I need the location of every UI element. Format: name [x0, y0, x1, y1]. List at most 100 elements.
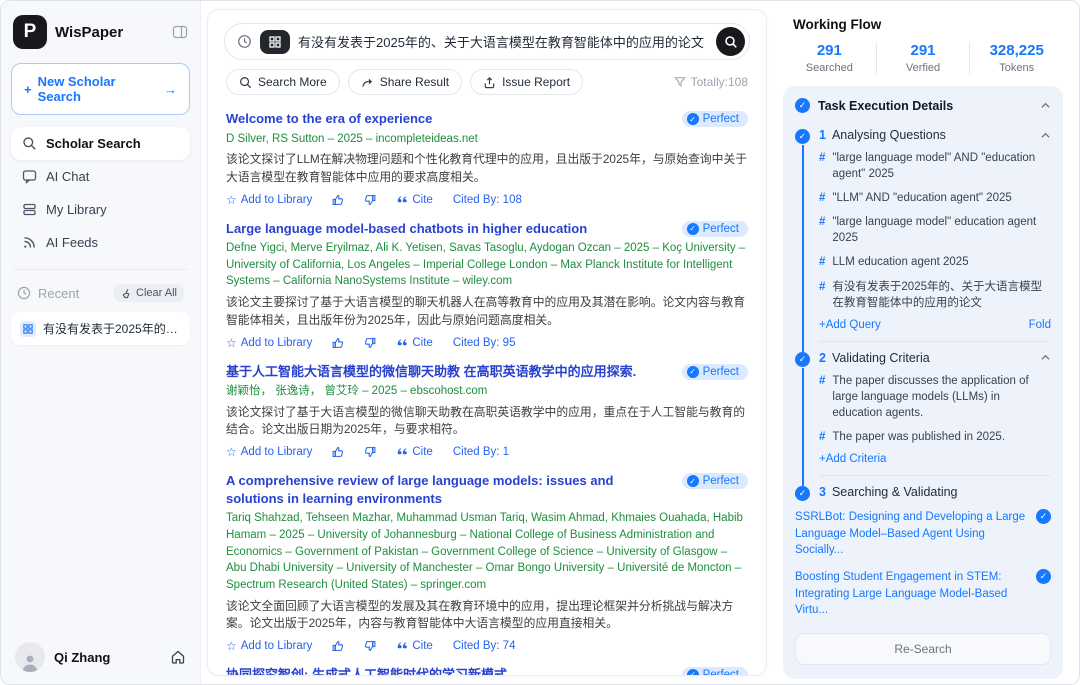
- query-item: #"LLM" AND "education agent" 2025: [819, 190, 1051, 206]
- paper-title[interactable]: Large language model-based chatbots in h…: [226, 220, 672, 238]
- recent-header: Recent Clear All: [11, 280, 190, 312]
- issue-report-button[interactable]: Issue Report: [470, 69, 583, 95]
- validated-paper-link[interactable]: SSRLBot: Designing and Developing a Larg…: [795, 509, 1028, 559]
- thumbs-up-button[interactable]: [332, 194, 344, 206]
- paper-title[interactable]: Welcome to the era of experience: [226, 110, 672, 128]
- add-to-library-button[interactable]: ☆Add to Library: [226, 193, 312, 207]
- recent-query-item[interactable]: 有没有发表于2025年的、关于大语言: [11, 312, 190, 345]
- paper-actions: ☆Add to Library Cite Cited By: 74: [226, 639, 748, 653]
- cite-button[interactable]: Cite: [396, 194, 432, 206]
- sidebar: P WisPaper + New Scholar Search → Schola…: [1, 1, 201, 684]
- search-button[interactable]: [716, 27, 745, 56]
- home-icon[interactable]: [170, 649, 186, 665]
- chevron-up-icon[interactable]: [1040, 100, 1051, 111]
- search-more-button[interactable]: Search More: [226, 69, 340, 95]
- hash-icon: #: [819, 279, 825, 311]
- report-icon: [483, 76, 496, 89]
- hash-icon: #: [819, 214, 825, 246]
- sidebar-item-scholar-search[interactable]: Scholar Search: [11, 127, 190, 160]
- search-icon: [239, 76, 252, 89]
- avatar: [15, 642, 45, 672]
- cited-by[interactable]: Cited By: 95: [453, 337, 516, 349]
- cite-button[interactable]: Cite: [396, 640, 432, 652]
- cited-by[interactable]: Cited By: 1: [453, 446, 509, 458]
- paper-title[interactable]: A comprehensive review of large language…: [226, 472, 672, 507]
- step-validating-criteria: ✓ 2 Validating Criteria #The paper discu…: [795, 351, 1051, 476]
- sidebar-item-label: Scholar Search: [46, 136, 141, 151]
- step-header[interactable]: 2 Validating Criteria: [819, 351, 1051, 365]
- query-item: #"large language model" education agent …: [819, 214, 1051, 246]
- filter-total[interactable]: Totally:108: [674, 75, 748, 89]
- share-result-button[interactable]: Share Result: [348, 69, 462, 95]
- clear-all-label: Clear All: [136, 287, 177, 299]
- collapse-sidebar-icon[interactable]: [172, 24, 188, 40]
- sidebar-header: P WisPaper: [11, 13, 190, 63]
- clear-all-button[interactable]: Clear All: [114, 284, 184, 302]
- paper-abstract: 该论文主要探讨了基于大语言模型的聊天机器人在高等教育中的应用及其潜在影响。论文内…: [226, 294, 748, 329]
- thumbs-up-button[interactable]: [332, 640, 344, 652]
- check-icon: ✓: [795, 98, 810, 113]
- thumbs-up-button[interactable]: [332, 337, 344, 349]
- sidebar-item-ai-feeds[interactable]: AI Feeds: [11, 226, 190, 259]
- cite-button[interactable]: Cite: [396, 337, 432, 349]
- search-query[interactable]: 有没有发表于2025年的、关于大语言模型在教育智能体中的应用的论文: [298, 32, 708, 51]
- hash-icon: #: [819, 429, 825, 445]
- thumbs-down-button[interactable]: [364, 446, 376, 458]
- cited-by[interactable]: Cited By: 108: [453, 194, 522, 206]
- history-icon[interactable]: [237, 34, 252, 49]
- paper-title[interactable]: 协同探究智创: 生成式人工智能时代的学习新模式: [226, 666, 672, 675]
- workflow-title: Working Flow: [783, 13, 1063, 42]
- re-search-button[interactable]: Re-Search: [795, 633, 1051, 665]
- status-badge: ✓Perfect: [682, 473, 748, 489]
- sidebar-item-label: AI Feeds: [46, 235, 98, 250]
- result-entry: Large language model-based chatbots in h…: [224, 213, 750, 356]
- thumbs-up-button[interactable]: [332, 446, 344, 458]
- search-bar[interactable]: 有没有发表于2025年的、关于大语言模型在教育智能体中的应用的论文: [224, 23, 750, 60]
- paper-authors: Tariq Shahzad, Tehseen Mazhar, Muhammad …: [226, 510, 748, 593]
- result-entry: 基于人工智能大语言模型的微信聊天助教 在高职英语教学中的应用探索. ✓Perfe…: [224, 356, 750, 466]
- step-analysing-questions: ✓ 1 Analysing Questions #"large language…: [795, 128, 1051, 342]
- paper-actions: ☆Add to Library Cite Cited By: 108: [226, 193, 748, 207]
- workflow-panel: Working Flow 291 Searched 291 Verfied 32…: [779, 1, 1079, 684]
- add-to-library-button[interactable]: ☆Add to Library: [226, 336, 312, 350]
- thumbs-down-button[interactable]: [364, 194, 376, 206]
- fold-button[interactable]: Fold: [1029, 319, 1051, 331]
- paper-abstract: 该论文探讨了基于大语言模型的微信聊天助教在高职英语教学中的应用，重点在于人工智能…: [226, 404, 748, 439]
- thumbs-down-button[interactable]: [364, 337, 376, 349]
- check-icon: ✓: [1036, 509, 1051, 524]
- chevron-up-icon[interactable]: [1040, 352, 1051, 363]
- rss-icon: [22, 235, 37, 250]
- cite-button[interactable]: Cite: [396, 446, 432, 458]
- search-mode-badge[interactable]: [260, 30, 290, 54]
- step-header[interactable]: 3 Searching & Validating: [819, 485, 1051, 499]
- workflow-stats: 291 Searched 291 Verfied 328,225 Tokens: [783, 42, 1063, 86]
- sidebar-item-my-library[interactable]: My Library: [11, 193, 190, 226]
- chevron-up-icon[interactable]: [1040, 130, 1051, 141]
- results-card: 有没有发表于2025年的、关于大语言模型在教育智能体中的应用的论文 Search…: [207, 9, 767, 676]
- add-query-button[interactable]: +Add Query: [819, 319, 1029, 331]
- validated-paper-link[interactable]: Boosting Student Engagement in STEM: Int…: [795, 569, 1028, 619]
- step-header[interactable]: 1 Analysing Questions: [819, 128, 1051, 142]
- thumbs-down-button[interactable]: [364, 640, 376, 652]
- task-execution-card: ✓ Task Execution Details ✓ 1 Analysing Q…: [783, 86, 1063, 679]
- issue-report-label: Issue Report: [502, 75, 570, 89]
- add-to-library-button[interactable]: ☆Add to Library: [226, 445, 312, 459]
- sidebar-item-ai-chat[interactable]: AI Chat: [11, 160, 190, 193]
- check-icon: ✓: [687, 475, 699, 487]
- cited-by[interactable]: Cited By: 74: [453, 640, 516, 652]
- result-entry: Welcome to the era of experience ✓Perfec…: [224, 103, 750, 213]
- add-criteria-button[interactable]: +Add Criteria: [819, 453, 1051, 465]
- new-scholar-search-button[interactable]: + New Scholar Search →: [11, 63, 190, 115]
- add-to-library-button[interactable]: ☆Add to Library: [226, 639, 312, 653]
- search-more-label: Search More: [258, 75, 327, 89]
- task-details-header[interactable]: ✓ Task Execution Details: [795, 98, 1051, 119]
- library-icon: [22, 202, 37, 217]
- hash-icon: #: [819, 373, 825, 421]
- stat-tokens: 328,225 Tokens: [969, 42, 1063, 74]
- hash-icon: #: [819, 150, 825, 182]
- search-icon: [22, 136, 37, 151]
- result-entry: A comprehensive review of large language…: [224, 465, 750, 659]
- star-icon: ☆: [226, 193, 237, 207]
- paper-title[interactable]: 基于人工智能大语言模型的微信聊天助教 在高职英语教学中的应用探索.: [226, 363, 672, 381]
- query-item: #LLM education agent 2025: [819, 254, 1051, 270]
